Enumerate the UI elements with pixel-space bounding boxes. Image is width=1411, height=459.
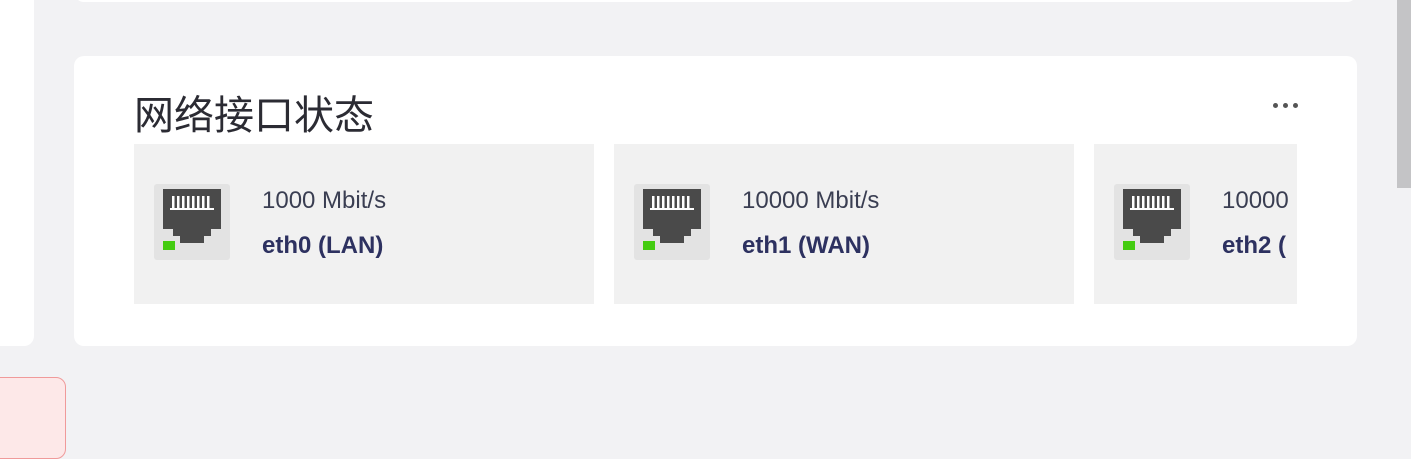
network-interface-status-card: 网络接口状态 1000 Mbit/s eth0 (LAN) 10000 Mbit… [74,56,1357,346]
interface-speed: 10000 Mbit/s [1222,187,1297,214]
interface-item-eth2[interactable]: 10000 Mbit/s eth2 ( [1094,144,1297,304]
interface-item-eth1[interactable]: 10000 Mbit/s eth1 (WAN) [614,144,1074,304]
link-led [643,241,655,250]
scrollbar-thumb[interactable] [1397,0,1411,188]
interface-speed: 1000 Mbit/s [262,187,387,214]
link-led [1123,241,1135,250]
ethernet-port-icon [634,184,710,260]
interface-item-eth0[interactable]: 1000 Mbit/s eth0 (LAN) [134,144,594,304]
more-options-button[interactable] [1265,92,1305,118]
interface-name: eth0 (LAN) [262,232,384,259]
previous-card [74,0,1357,2]
card-title: 网络接口状态 [134,93,374,139]
interface-list[interactable]: 1000 Mbit/s eth0 (LAN) 10000 Mbit/s eth1… [134,144,1297,304]
interface-name: eth2 ( [1222,232,1287,259]
more-horizontal-icon [1272,102,1278,108]
alert-box [0,377,66,459]
ethernet-port-icon [1114,184,1190,260]
more-horizontal-icon [1282,102,1288,108]
ethernet-port-icon [154,184,230,260]
link-led [163,241,175,250]
interface-speed: 10000 Mbit/s [742,187,880,214]
left-panel [0,0,34,346]
more-horizontal-icon [1292,102,1298,108]
interface-name: eth1 (WAN) [742,232,870,259]
